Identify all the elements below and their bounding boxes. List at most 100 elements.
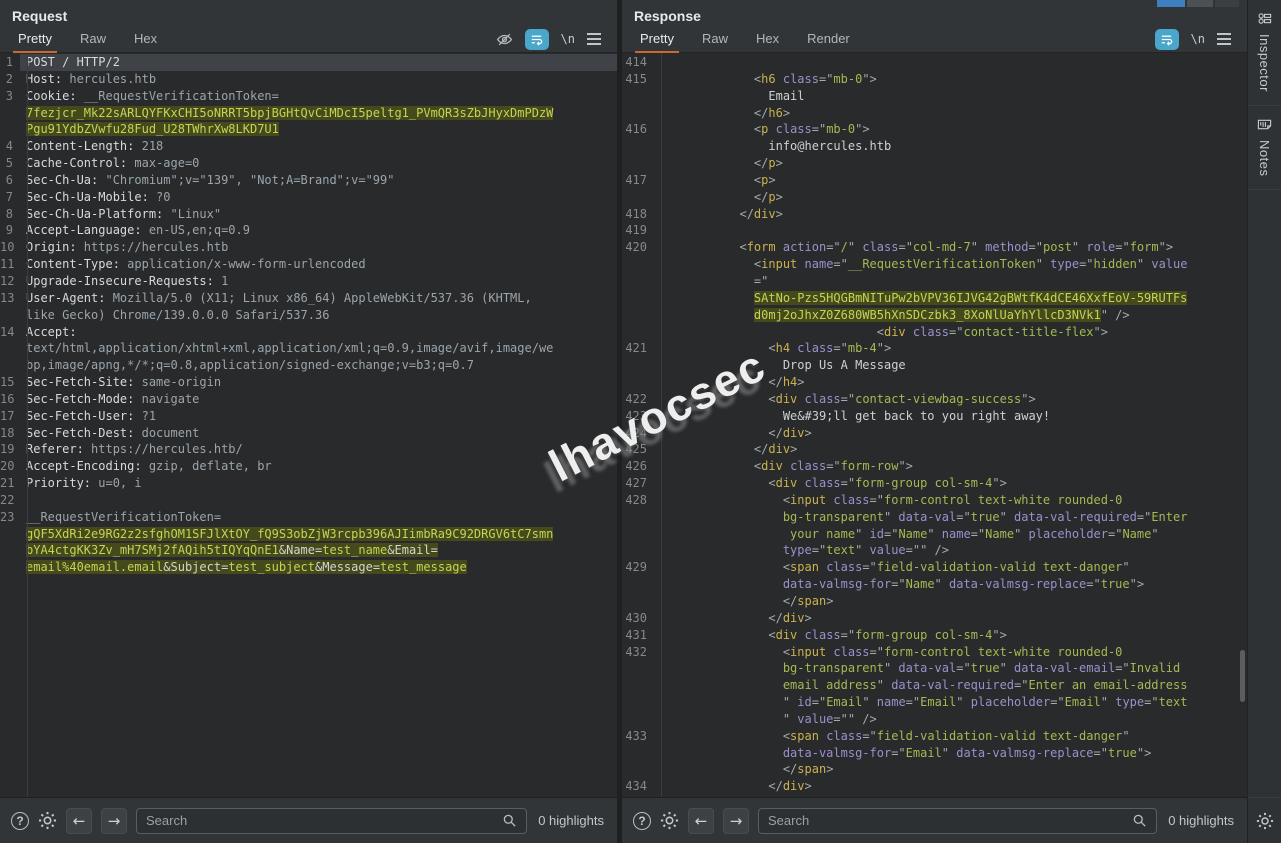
code-row: bYA4ctgKK3Zv_mH7SMj2fAQih5tIQYqQnE1&Name… [0,542,617,559]
code-text: </p> [654,155,1247,172]
help-icon[interactable]: ? [633,812,651,830]
response-tab-hex[interactable]: Hex [742,26,793,53]
request-code-area[interactable]: 1POST / HTTP/22Host: hercules.htb3Cookie… [0,53,617,797]
line-number: 424 [622,425,654,442]
help-icon[interactable]: ? [11,812,29,830]
response-scrollbar-thumb[interactable] [1240,650,1245,702]
search-next-button[interactable]: → [101,808,127,834]
line-number [622,256,654,273]
response-tab-raw[interactable]: Raw [688,26,742,53]
line-number [0,105,20,122]
code-text: bp,image/apng,*/*;q=0.8,application/sign… [20,357,617,374]
word-wrap-icon [1159,32,1174,47]
code-text: Content-Length: 218 [20,138,617,155]
code-row: gQF5XdRi2e9RG2z2sfghOM1SFJlXtOY_fQ9S3obZ… [0,526,617,543]
line-number [622,189,654,206]
request-search-input[interactable] [146,813,496,828]
hide-headers-eye-icon[interactable] [496,31,513,48]
code-text: <span class="field-validation-valid text… [654,728,1247,745]
code-row: 424 </div> [622,425,1247,442]
code-row: 419 [622,222,1247,239]
code-row: 427 <div class="form-group col-sm-4"> [622,475,1247,492]
request-tab-pretty[interactable]: Pretty [4,26,66,53]
code-text: =" [654,273,1247,290]
line-number: 13 [0,290,20,307]
code-row: 432 <input class="form-control text-whit… [622,644,1247,661]
code-row: 2Host: hercules.htb [0,71,617,88]
code-text: Accept: [20,324,617,341]
code-row: =" [622,273,1247,290]
code-text: Accept-Encoding: gzip, deflate, br [20,458,617,475]
search-prev-button[interactable]: ← [688,808,714,834]
code-text: <input class="form-control text-white ro… [654,644,1247,661]
sidebar-tab-label: Inspector [1257,34,1272,92]
show-newlines-icon[interactable]: \n [561,32,575,46]
code-row: 430 </div> [622,610,1247,627]
code-text: <div class="contact-title-flex"> [654,324,1247,341]
request-panel: Request Pretty Raw Hex [0,0,617,843]
code-text: <div class="form-group col-sm-4"> [654,475,1247,492]
code-row: d0mj2oJhxZ0Z680WB5hXnSDCzbk3_8XoNlUaYhYl… [622,307,1247,324]
code-text: <h4 class="mb-4"> [654,340,1247,357]
request-header: Request [0,0,617,26]
code-text: Accept-Language: en-US,en;q=0.9 [20,222,617,239]
request-tab-raw[interactable]: Raw [66,26,120,53]
code-row: 22 [0,492,617,509]
response-tab-pretty[interactable]: Pretty [626,26,688,53]
search-next-button[interactable]: → [723,808,749,834]
request-tab-bar: Pretty Raw Hex [0,26,617,53]
code-text [654,222,1247,239]
search-settings-gear-icon[interactable] [38,811,57,830]
line-number: 433 [622,728,654,745]
request-tab-hex[interactable]: Hex [120,26,171,53]
line-number [622,542,654,559]
code-row: 428 <input class="form-control text-whit… [622,492,1247,509]
line-number: 415 [622,71,654,88]
line-number: 428 [622,492,654,509]
code-row: 14Accept: [0,324,617,341]
response-search-input[interactable] [768,813,1126,828]
show-newlines-icon[interactable]: \n [1191,32,1205,46]
line-number [0,559,20,576]
word-wrap-toggle[interactable] [1155,29,1179,50]
line-number [622,694,654,711]
response-title: Response [634,8,701,24]
code-row: 417 <p> [622,172,1247,189]
settings-gear-icon[interactable] [1256,812,1274,830]
code-row: 9Accept-Language: en-US,en;q=0.9 [0,222,617,239]
line-number: 15 [0,374,20,391]
line-number: 6 [0,172,20,189]
line-number: 23 [0,509,20,526]
line-number: 423 [622,408,654,425]
search-prev-button[interactable]: ← [66,808,92,834]
code-text: </h4> [654,374,1247,391]
code-row: 20Accept-Encoding: gzip, deflate, br [0,458,617,475]
request-title: Request [12,8,67,24]
code-text: <p> [654,172,1247,189]
notes-icon [1257,117,1272,132]
line-number [0,340,20,357]
word-wrap-toggle[interactable] [525,29,549,50]
line-number: 10 [0,239,20,256]
line-number [622,324,654,341]
editor-menu-icon[interactable] [587,33,601,45]
code-row: 422 <div class="contact-viewbag-success"… [622,391,1247,408]
line-number [622,761,654,778]
editor-menu-icon[interactable] [1217,33,1231,45]
line-number: 414 [622,54,654,71]
search-settings-gear-icon[interactable] [660,811,679,830]
code-row: 8Sec-Ch-Ua-Platform: "Linux" [0,206,617,223]
code-text: Content-Type: application/x-www-form-url… [20,256,617,273]
right-sidebar: Inspector Notes [1247,0,1281,843]
response-tab-render[interactable]: Render [793,26,864,53]
code-text: Referer: https://hercules.htb/ [20,441,617,458]
line-number: 11 [0,256,20,273]
code-row: Drop Us A Message [622,357,1247,374]
code-text: </div> [654,441,1247,458]
code-row: 17Sec-Fetch-User: ?1 [0,408,617,425]
line-number: 1 [0,54,20,71]
response-code-area[interactable]: 414415 <h6 class="mb-0"> Email </h6>416 … [622,53,1247,797]
sidebar-tab-inspector[interactable]: Inspector [1248,0,1281,105]
sidebar-tab-notes[interactable]: Notes [1248,106,1281,189]
code-row: 433 <span class="field-validation-valid … [622,728,1247,745]
